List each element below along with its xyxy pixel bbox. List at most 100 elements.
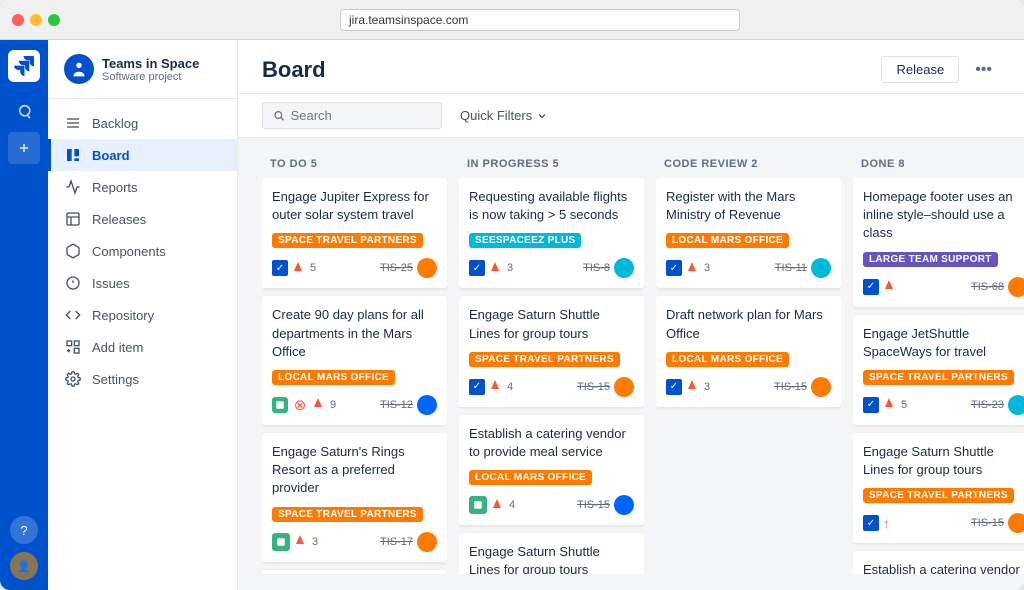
column-in-progress: IN PROGRESS 5Requesting available flight… [459,154,644,574]
card-type-icon: ✓ [863,515,879,531]
card-count: 5 [310,262,316,274]
card-footer: ⊗ 9 TIS-12 [272,395,437,415]
column-header-code-review: CODE REVIEW 2 [656,154,841,178]
sidebar-item-backlog[interactable]: Backlog [48,107,237,139]
card-id: TIS-12 [380,399,413,411]
jira-logo[interactable] [8,50,40,82]
project-header: Teams in Space Software project [48,54,237,99]
column-cards-in-progress: Requesting available flights is now taki… [459,178,644,574]
address-bar[interactable]: jira.teamsinspace.com [340,9,740,31]
help-icon[interactable]: ? [10,516,38,544]
search-box[interactable] [262,102,442,129]
column-todo: TO DO 5 Engage Jupiter Express for outer … [262,154,447,574]
title-bar: jira.teamsinspace.com [0,0,1024,40]
column-header-in-progress: IN PROGRESS 5 [459,154,644,178]
search-nav-icon[interactable] [8,96,40,128]
issues-label: Issues [92,276,130,291]
card[interactable]: Enable Speedy SpaceCraft as the preferre… [262,570,447,575]
reports-label: Reports [92,180,138,195]
card-count: 3 [312,536,318,548]
issues-icon [64,274,82,292]
card[interactable]: Register with the Mars Ministry of Reven… [656,178,841,288]
priority-icon [489,379,501,394]
card-footer: ✓ TIS-68 [863,277,1024,297]
card-title: Establish a catering vendor to provide m… [469,425,634,461]
more-options-button[interactable]: ••• [967,57,1000,83]
priority-icon [491,498,503,513]
card-block-icon: ⊗ [292,397,308,413]
card-label: LOCAL MARS OFFICE [469,470,592,485]
card[interactable]: Create 90 day plans for all departments … [262,296,447,425]
card-label: SPACE TRAVEL PARTNERS [272,507,423,522]
quick-filters-label: Quick Filters [460,108,532,123]
sidebar-item-repository[interactable]: Repository [48,299,237,331]
card[interactable]: Draft network plan for Mars OfficeLOCAL … [656,296,841,406]
card[interactable]: Engage Saturn Shuttle Lines for group to… [853,433,1024,543]
maximize-button[interactable] [48,14,60,26]
card[interactable]: Engage JetShuttle SpaceWays for travelSP… [853,315,1024,425]
priority-icon [489,261,501,276]
card-title: Homepage footer uses an inline style–sho… [863,188,1024,243]
card-label: SEESPACEEZ PLUS [469,233,581,248]
quick-filters-button[interactable]: Quick Filters [452,103,556,128]
card-title: Engage Jupiter Express for outer solar s… [272,188,437,224]
sidebar-item-issues[interactable]: Issues [48,267,237,299]
card-id: TIS-68 [971,281,1004,293]
card[interactable]: Engage Jupiter Express for outer solar s… [262,178,447,288]
backlog-icon [64,114,82,132]
search-icon [273,109,285,122]
card-footer: ✓4TIS-15 [469,377,634,397]
components-label: Components [92,244,166,259]
create-nav-icon[interactable] [8,132,40,164]
card-type-icon: ✓ [666,379,682,395]
minimize-button[interactable] [30,14,42,26]
card[interactable]: Establish a catering vendor to provide m… [853,551,1024,574]
card[interactable]: Requesting available flights is now taki… [459,178,644,288]
sidebar-item-settings[interactable]: Settings [48,363,237,395]
board-label: Board [92,148,130,163]
card-type-icon [272,533,290,551]
card-id: TIS-8 [583,262,610,274]
card-type-icon: ✓ [469,379,485,395]
help-label: ? [20,523,27,538]
card-title: Engage Saturn Shuttle Lines for group to… [469,543,634,574]
sidebar-item-components[interactable]: Components [48,235,237,267]
card-type-icon: ✓ [863,397,879,413]
repository-icon [64,306,82,324]
card-id: TIS-15 [774,381,807,393]
releases-icon [64,210,82,228]
card-id: TIS-15 [577,499,610,511]
card[interactable]: Homepage footer uses an inline style–sho… [853,178,1024,307]
card[interactable]: Engage Saturn Shuttle Lines for group to… [459,296,644,406]
card-label: SPACE TRAVEL PARTNERS [863,370,1014,385]
release-button[interactable]: Release [881,56,959,83]
card-type-icon [272,397,288,413]
sidebar-item-releases[interactable]: Releases [48,203,237,235]
search-input[interactable] [291,108,431,123]
column-code-review: CODE REVIEW 2Register with the Mars Mini… [656,154,841,574]
close-button[interactable] [12,14,24,26]
sidebar-item-board[interactable]: Board [48,139,237,171]
card-label: SPACE TRAVEL PARTNERS [272,233,423,248]
backlog-label: Backlog [92,116,138,131]
card-avatar [811,377,831,397]
card[interactable]: Establish a catering vendor to provide m… [459,415,644,525]
sidebar-item-reports[interactable]: Reports [48,171,237,203]
card-label: SPACE TRAVEL PARTNERS [863,488,1014,503]
column-header-todo: TO DO 5 [262,154,447,178]
chevron-down-icon [536,110,548,122]
card[interactable]: Engage Saturn Shuttle Lines for group to… [459,533,644,574]
sidebar-item-add-item[interactable]: Add item [48,331,237,363]
card-title: Establish a catering vendor to provide m… [863,561,1024,574]
priority-icon [883,397,895,412]
user-avatar[interactable]: 👤 [10,552,38,580]
card-type-icon: ✓ [863,279,879,295]
priority-icon [312,397,324,412]
board-area: TO DO 5 Engage Jupiter Express for outer … [238,138,1024,590]
card-count: 3 [704,262,710,274]
card-count: 9 [330,399,336,411]
column-header-done: DONE 8 [853,154,1024,178]
card[interactable]: Engage Saturn's Rings Resort as a prefer… [262,433,447,562]
card-type-icon: ✓ [469,260,485,276]
app-body: ? 👤 Teams in Space Software project [0,40,1024,590]
